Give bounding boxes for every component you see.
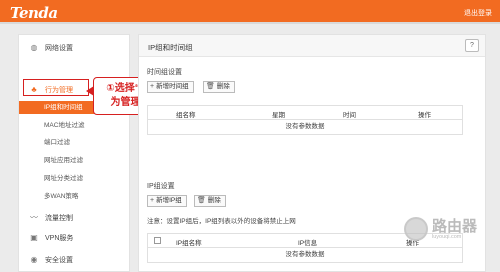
sidebar-item-security[interactable]: ◉ 安全设置 [29,254,129,266]
delete-time-group-label: 删除 [216,83,230,90]
page-title: IP组和时间组 [148,43,193,52]
router-logo-icon [404,217,428,241]
sidebar-item-label: 网络设置 [45,45,73,52]
column-header: 组名称 [176,112,196,119]
column-header: 时间 [343,112,356,119]
column-header: IP组名称 [176,240,202,247]
add-time-group-label: 新增时间组 [156,83,189,90]
shield-icon: ◉ [30,255,38,264]
time-group-table: 组名称 星期 时间 操作 没有参数数据 [147,105,463,135]
sidebar-item-label: 安全设置 [45,257,73,264]
top-bar: Tenda 退出登录 [0,0,500,24]
delete-ip-group-label: 删除 [207,197,221,204]
watermark: 路由器 luyouqi.com [404,206,496,252]
subnav-url-app-filter[interactable]: 网址应用过滤 [19,154,129,167]
ip-group-note: 注意：设置IP组后，IP组列表以外的设备将禁止上网 [147,218,296,225]
time-group-title: 时间组设置 [147,69,182,76]
delete-ip-group-button[interactable]: 🗑 删除 [194,195,226,207]
subnav-url-category-filter[interactable]: 网址分类过滤 [19,172,129,185]
watermark-text: 路由器 [432,217,478,235]
sidebar-item-vpn[interactable]: ▣ VPN服务 [29,232,129,244]
sidebar: ◍ 网络设置 ♣ 行为管理 IP组和时间组 MAC地址过滤 端口过滤 网址应用过… [18,34,130,272]
globe-icon: ◍ [30,43,38,52]
help-button[interactable]: ? [465,39,479,52]
callout-highlight-box [23,79,89,96]
vpn-icon: ▣ [30,233,38,242]
sidebar-item-label: 流量控制 [45,215,73,222]
add-ip-group-button[interactable]: + 新增IP组 [147,195,187,207]
select-all-checkbox[interactable] [154,237,161,244]
trash-icon: 🗑 [206,83,215,90]
column-header: 星期 [272,112,285,119]
delete-time-group-button[interactable]: 🗑 删除 [203,81,235,93]
column-header: 操作 [418,112,431,119]
subnav-port-filter[interactable]: 端口过滤 [19,136,129,149]
panel-header: IP组和时间组 ? [139,35,485,57]
plus-icon: + [150,83,155,90]
sidebar-item-label: VPN服务 [45,235,74,242]
table-header: 组名称 星期 时间 操作 [148,106,462,120]
chart-icon: 〰 [30,213,38,222]
sidebar-item-network[interactable]: ◍ 网络设置 [29,42,129,54]
callout-arrow [86,86,94,96]
subnav-multi-wan[interactable]: 多WAN策略 [19,190,129,203]
tenda-logo: Tenda [10,4,58,22]
trash-icon: 🗑 [197,197,206,204]
add-ip-group-label: 新增IP组 [156,197,182,204]
subnav-mac-filter[interactable]: MAC地址过滤 [19,119,129,132]
ip-group-title: IP组设置 [147,183,175,190]
empty-row: 没有参数数据 [285,123,325,130]
add-time-group-button[interactable]: + 新增时间组 [147,81,194,93]
plus-icon: + [150,197,155,204]
column-header: IP信息 [298,240,318,247]
logout-link[interactable]: 退出登录 [464,8,492,18]
sidebar-item-traffic[interactable]: 〰 流量控制 [29,212,129,224]
